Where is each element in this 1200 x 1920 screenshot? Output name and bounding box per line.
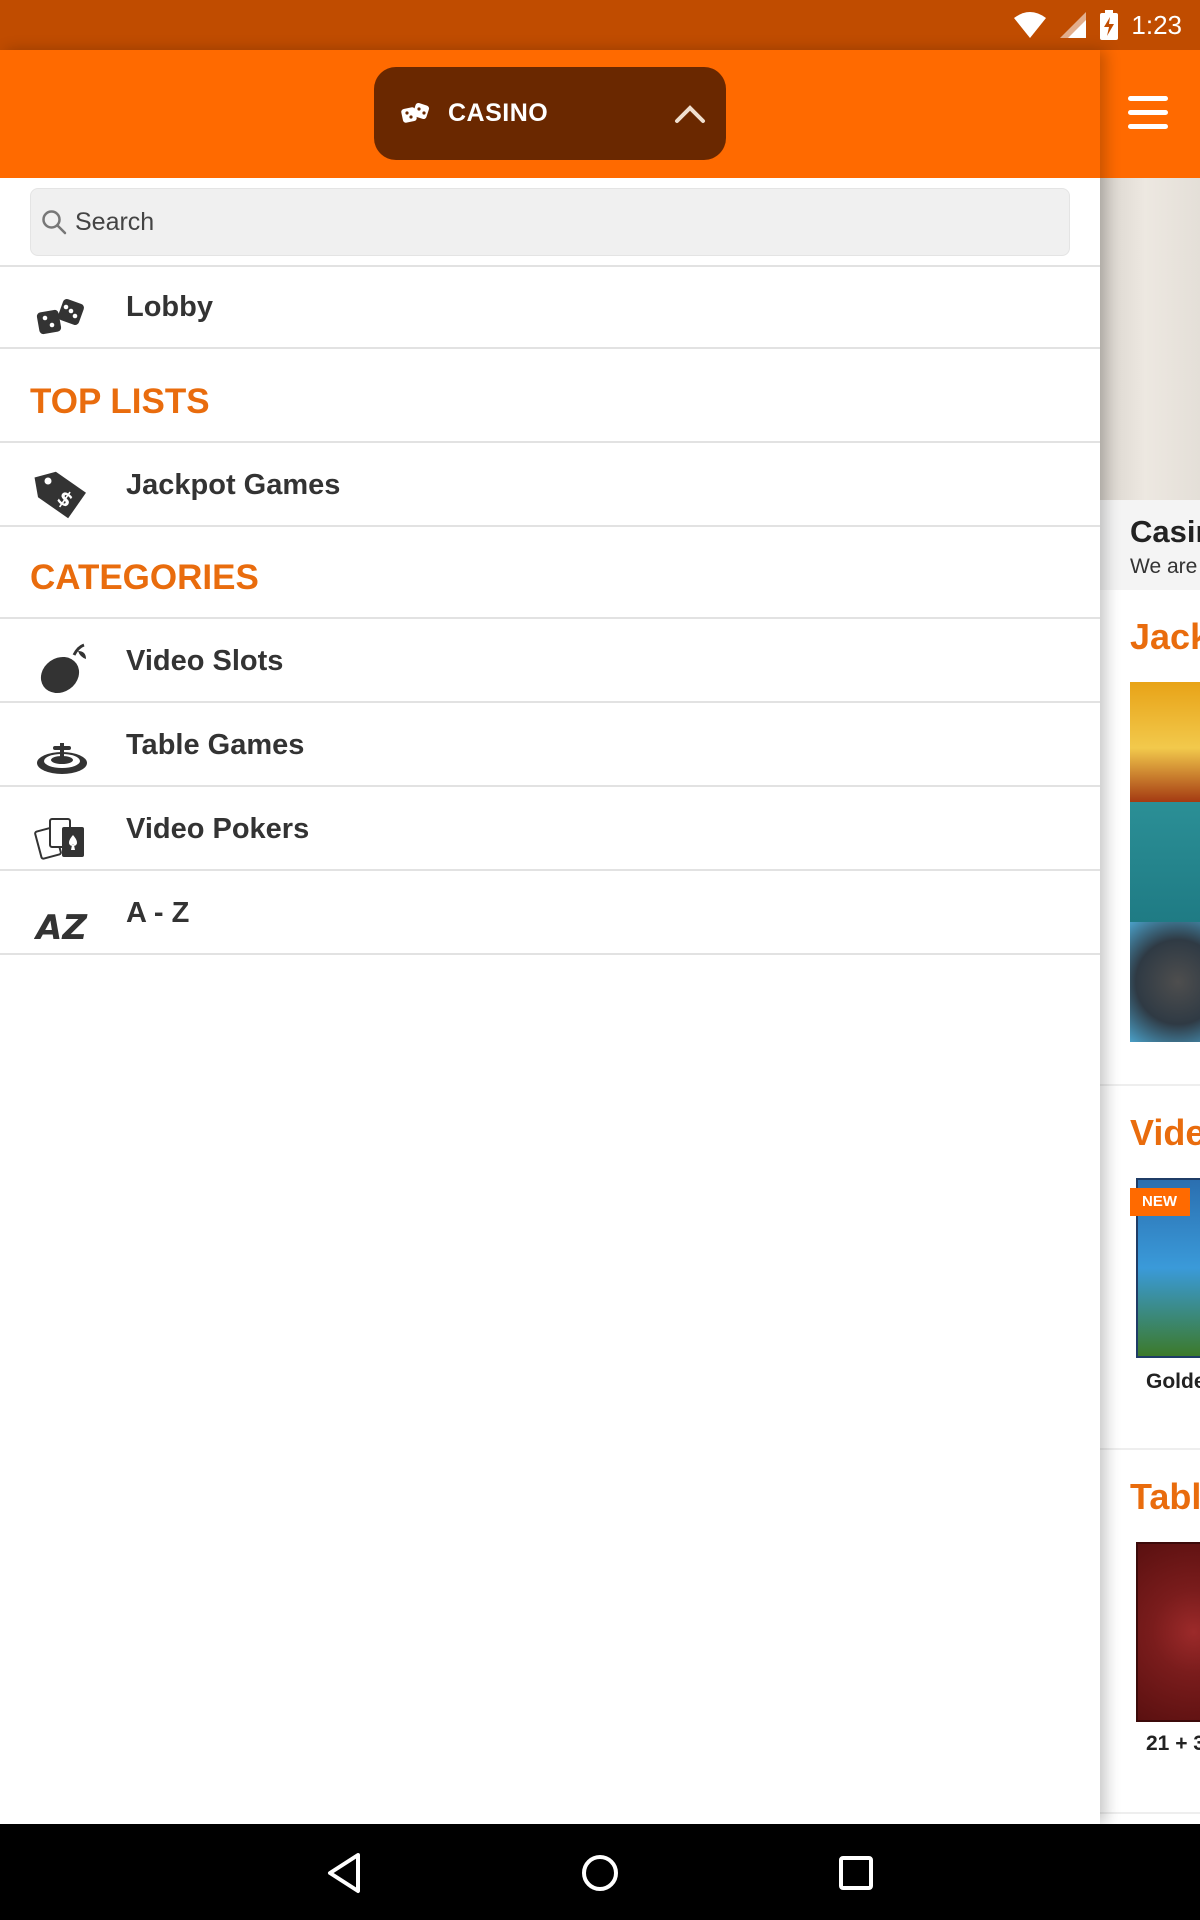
section-divider: [1100, 1448, 1200, 1450]
menu-item-a-z[interactable]: AZ A - Z: [0, 873, 1100, 955]
hamburger-icon[interactable]: [1128, 96, 1168, 130]
menu-item-table-games[interactable]: Table Games: [0, 705, 1100, 787]
menu-item-label: Video Pokers: [126, 813, 310, 845]
dice-icon: [401, 102, 430, 123]
status-time: 1:23: [1131, 9, 1182, 40]
lemon-icon: [40, 643, 86, 694]
dice-icon: [36, 299, 84, 335]
playing-cards-icon: [34, 818, 84, 860]
menu-item-jackpot-games[interactable]: $ Jackpot Games: [0, 445, 1100, 527]
game-tile-label: 21 + 3: [1146, 1732, 1200, 1755]
hero-title: Casir: [1130, 514, 1200, 549]
game-tile[interactable]: [1130, 802, 1200, 922]
section-heading-text: TOP LISTS: [30, 382, 210, 421]
status-icons: 1:23: [1013, 8, 1182, 42]
game-tile[interactable]: [1130, 682, 1200, 802]
menu-item-label: A - Z: [126, 897, 190, 929]
game-tile[interactable]: [1130, 922, 1200, 1042]
product-selector-label: CASINO: [448, 99, 549, 127]
menu-item-video-pokers[interactable]: Video Pokers: [0, 789, 1100, 871]
product-selector[interactable]: CASINO: [374, 67, 726, 160]
section-heading-text: CATEGORIES: [30, 558, 259, 597]
section-heading-categories: CATEGORIES: [0, 527, 1100, 619]
hero-caption: Casir We are: [1100, 500, 1200, 590]
hero-subtitle: We are: [1130, 555, 1198, 578]
home-icon[interactable]: [573, 1846, 627, 1900]
navigation-drawer: CASINO Lobby TOP LISTS $: [0, 50, 1100, 1824]
recents-icon[interactable]: [829, 1846, 883, 1900]
game-tile[interactable]: [1136, 1542, 1200, 1722]
background-page: Casir We are Jack Vide NEW Golde Tabl 21…: [1100, 50, 1200, 1824]
section-title-table: Tabl: [1130, 1476, 1200, 1517]
section-title-jackpot: Jack: [1130, 616, 1200, 657]
menu-item-video-slots[interactable]: Video Slots: [0, 621, 1100, 703]
wifi-icon: [1014, 12, 1047, 38]
drawer-header: CASINO: [0, 50, 1100, 178]
section-divider: [1100, 1812, 1200, 1814]
svg-text:AZ: AZ: [34, 908, 88, 948]
search-icon: [42, 210, 67, 235]
section-heading-top-lists: TOP LISTS: [0, 351, 1100, 443]
roulette-icon: [37, 743, 87, 774]
menu-item-lobby[interactable]: Lobby: [0, 267, 1100, 349]
signal-icon: [1060, 12, 1087, 38]
section-divider: [1100, 1084, 1200, 1086]
menu-item-label: Lobby: [126, 291, 213, 323]
new-badge: NEW: [1130, 1188, 1190, 1216]
battery-charging-icon: [1100, 10, 1119, 40]
section-title-video: Vide: [1130, 1112, 1200, 1153]
search-input[interactable]: [75, 199, 1055, 245]
price-tag-icon: $: [34, 471, 86, 519]
background-header: [1100, 50, 1200, 178]
menu-item-label: Jackpot Games: [126, 469, 341, 501]
back-icon[interactable]: [318, 1846, 372, 1900]
chevron-up-icon: [675, 105, 705, 123]
search-box: [30, 188, 1070, 256]
hero-banner[interactable]: [1100, 178, 1200, 500]
menu-item-label: Table Games: [126, 729, 305, 761]
game-tile-label: Golde: [1146, 1370, 1200, 1393]
az-icon: AZ: [34, 908, 88, 948]
system-nav-bar: [0, 1824, 1200, 1920]
menu-item-label: Video Slots: [126, 645, 284, 677]
status-bar: 1:23: [0, 0, 1200, 50]
